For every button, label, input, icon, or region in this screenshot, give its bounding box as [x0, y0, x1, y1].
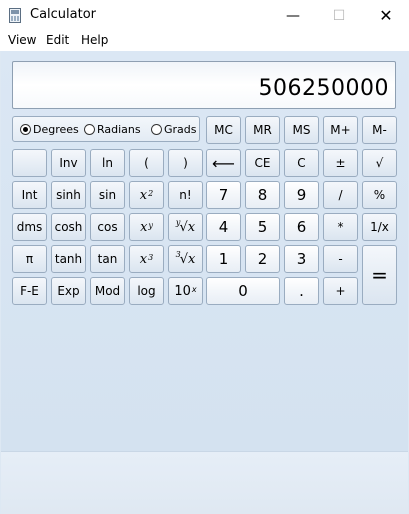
- int-button[interactable]: Int: [12, 181, 47, 209]
- plus-minus-button[interactable]: ±: [323, 149, 358, 177]
- calculator-icon: [9, 8, 21, 23]
- radical-icon: √: [179, 219, 188, 235]
- tanh-button[interactable]: tanh: [51, 245, 86, 273]
- digit-9-button[interactable]: 9: [284, 181, 319, 209]
- title-bar: Calculator — ☐ ✕: [0, 0, 409, 31]
- digit-1-button[interactable]: 1: [206, 245, 241, 273]
- menu-edit[interactable]: Edit: [46, 33, 69, 47]
- m-plus-button[interactable]: M+: [323, 116, 358, 144]
- ms-button[interactable]: MS: [284, 116, 319, 144]
- menu-help[interactable]: Help: [81, 33, 108, 47]
- radio-degrees[interactable]: Degrees: [20, 123, 79, 136]
- ce-button[interactable]: CE: [245, 149, 280, 177]
- open-paren-button[interactable]: (: [129, 149, 164, 177]
- dms-button[interactable]: dms: [12, 213, 47, 241]
- sinh-button[interactable]: sinh: [51, 181, 86, 209]
- x-cubed-base: x: [139, 251, 148, 267]
- y-root-index: y: [175, 217, 181, 227]
- menu-view[interactable]: View: [8, 33, 36, 47]
- y-root-radicand: x: [187, 219, 196, 235]
- y-root-x-button[interactable]: y √ x: [168, 213, 203, 241]
- digit-3-button[interactable]: 3: [284, 245, 319, 273]
- minimize-button[interactable]: —: [270, 0, 316, 31]
- backspace-button[interactable]: ⟵: [206, 149, 241, 177]
- radio-unselected-icon: [84, 124, 95, 135]
- close-button[interactable]: ✕: [363, 0, 409, 31]
- ten-power-base: 10: [174, 283, 191, 299]
- mc-button[interactable]: MC: [206, 116, 241, 144]
- ten-power-exponent: x: [191, 284, 197, 294]
- x-cubed-exponent: 3: [148, 252, 154, 262]
- mod-button[interactable]: Mod: [90, 277, 125, 305]
- ln-button[interactable]: ln: [90, 149, 125, 177]
- tan-button[interactable]: tan: [90, 245, 125, 273]
- equals-button[interactable]: =: [362, 245, 397, 305]
- x-squared-button[interactable]: x2: [129, 181, 164, 209]
- digit-6-button[interactable]: 6: [284, 213, 319, 241]
- window-title: Calculator: [30, 7, 97, 22]
- radio-radians-label: Radians: [97, 123, 141, 136]
- cube-root-index: 3: [175, 249, 181, 259]
- digit-0-button[interactable]: 0: [206, 277, 280, 305]
- plus-button[interactable]: +: [323, 277, 358, 305]
- radio-radians[interactable]: Radians: [84, 123, 141, 136]
- inv-button[interactable]: Inv: [51, 149, 86, 177]
- log-button[interactable]: log: [129, 277, 164, 305]
- radical-icon: √: [179, 251, 189, 267]
- divide-button[interactable]: /: [323, 181, 358, 209]
- menu-bar: View Edit Help: [0, 31, 409, 51]
- reciprocal-button[interactable]: 1/x: [362, 213, 397, 241]
- angle-mode-group: Degrees Radians Grads: [12, 116, 200, 142]
- display-value: 506250000: [258, 76, 389, 101]
- x-cubed-button[interactable]: x3: [129, 245, 164, 273]
- ten-power-x-button[interactable]: 10 x: [168, 277, 203, 305]
- radio-selected-icon: [20, 124, 31, 135]
- calculator-footer: [1, 451, 408, 514]
- digit-4-button[interactable]: 4: [206, 213, 241, 241]
- sin-button[interactable]: sin: [90, 181, 125, 209]
- x-squared-exponent: 2: [148, 188, 154, 198]
- c-button[interactable]: C: [284, 149, 319, 177]
- multiply-button[interactable]: *: [323, 213, 358, 241]
- digit-7-button[interactable]: 7: [206, 181, 241, 209]
- percent-button[interactable]: %: [362, 181, 397, 209]
- fe-button[interactable]: F-E: [12, 277, 47, 305]
- x-power-y-base: x: [140, 219, 148, 235]
- x-squared-base: x: [139, 187, 148, 203]
- x-power-y-button[interactable]: xy: [129, 213, 164, 241]
- radio-degrees-label: Degrees: [33, 123, 79, 136]
- digit-2-button[interactable]: 2: [245, 245, 280, 273]
- pi-button[interactable]: π: [12, 245, 47, 273]
- digit-8-button[interactable]: 8: [245, 181, 280, 209]
- cube-root-radicand: x: [188, 251, 196, 267]
- radio-unselected-icon: [151, 124, 162, 135]
- blank-button[interactable]: [12, 149, 47, 177]
- result-display: 506250000: [12, 61, 396, 109]
- digit-5-button[interactable]: 5: [245, 213, 280, 241]
- mr-button[interactable]: MR: [245, 116, 280, 144]
- cube-root-button[interactable]: 3 √ x: [168, 245, 203, 273]
- x-power-y-exponent: y: [148, 220, 153, 230]
- cos-button[interactable]: cos: [90, 213, 125, 241]
- close-paren-button[interactable]: ): [168, 149, 203, 177]
- factorial-button[interactable]: n!: [168, 181, 203, 209]
- m-minus-button[interactable]: M-: [362, 116, 397, 144]
- decimal-button[interactable]: .: [284, 277, 319, 305]
- maximize-button[interactable]: ☐: [316, 0, 362, 31]
- cosh-button[interactable]: cosh: [51, 213, 86, 241]
- radio-grads[interactable]: Grads: [151, 123, 197, 136]
- radio-grads-label: Grads: [164, 123, 197, 136]
- exp-button[interactable]: Exp: [51, 277, 86, 305]
- sqrt-button[interactable]: √: [362, 149, 397, 177]
- minus-button[interactable]: -: [323, 245, 358, 273]
